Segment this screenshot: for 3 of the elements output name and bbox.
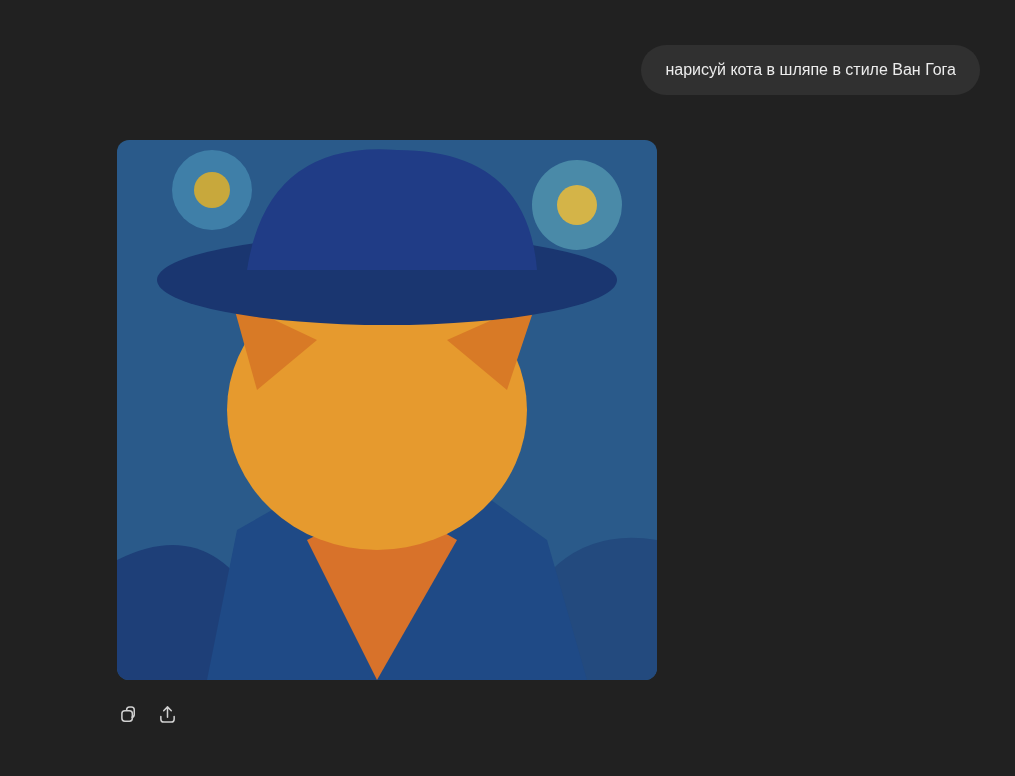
user-message: нарисуй кота в шляпе в стиле Ван Гога: [641, 45, 980, 95]
upload-icon: [157, 704, 177, 724]
share-button[interactable]: [157, 704, 177, 724]
